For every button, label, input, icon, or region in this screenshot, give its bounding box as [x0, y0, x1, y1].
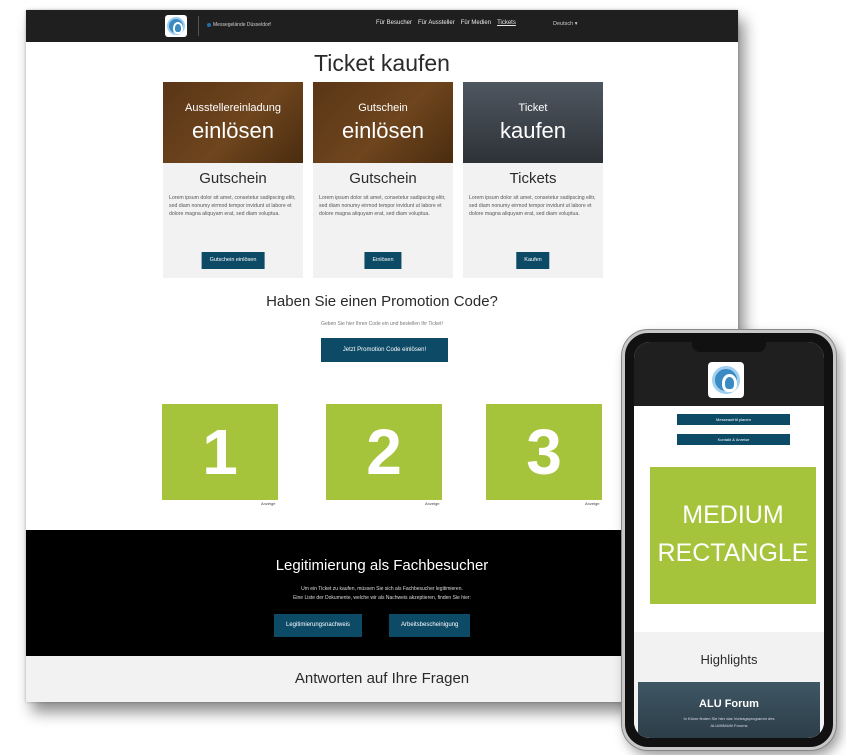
venue-label: Messegelände Düsseldorf — [207, 22, 271, 28]
phone-frame: Messeaufritt planen Kontakt & Anreise ME… — [622, 330, 836, 750]
card-gutschein: Gutschein einlösen Gutschein Lorem ipsum… — [313, 82, 453, 278]
main-nav: Für Besucher Für Aussteller Für Medien T… — [376, 20, 516, 26]
ad-label: Anzeige — [585, 501, 600, 506]
einloesen-button[interactable]: Einlösen — [364, 252, 402, 269]
card-title: Gutschein — [199, 170, 267, 187]
ad-text-line1: MEDIUM — [682, 501, 784, 529]
card-image-title: einlösen — [342, 118, 424, 143]
logo-icon[interactable] — [708, 362, 744, 398]
gutschein-einloesen-button[interactable]: Gutschein einlösen — [201, 252, 265, 269]
arbeitsbescheinigung-button[interactable]: Arbeitsbescheinigung — [389, 614, 471, 637]
ad-banner-3[interactable]: 3 — [486, 404, 602, 500]
forum-text: ALUMINIUM Forums — [710, 723, 748, 728]
card-text: Lorem ipsum dolor sit amet, consetetur s… — [169, 195, 296, 217]
nav-item-besucher[interactable]: Für Besucher — [376, 20, 412, 26]
card-image: Gutschein einlösen — [313, 82, 453, 163]
kaufen-button[interactable]: Kaufen — [516, 252, 550, 269]
top-navigation-bar: Messegelände Düsseldorf Für Besucher Für… — [26, 10, 738, 42]
phone-notch — [692, 342, 766, 352]
card-text: Lorem ipsum dolor sit amet, consetetur s… — [469, 195, 596, 217]
ticket-cards: Ausstellereinladung einlösen Gutschein L… — [163, 82, 603, 278]
ad-text-line2: RECTANGLE — [657, 539, 809, 567]
legitimierungsnachweis-button[interactable]: Legitimierungsnachweis — [274, 614, 363, 637]
card-title: Gutschein — [349, 170, 417, 187]
promo-subtitle: Geben Sie hier Ihren Code ein und bestel… — [321, 321, 443, 327]
card-ausstellereinladung: Ausstellereinladung einlösen Gutschein L… — [163, 82, 303, 278]
ad-label: Anzeige — [425, 501, 440, 506]
promo-code-button[interactable]: Jetzt Promotion Code einlösen! — [321, 338, 448, 362]
card-text: Lorem ipsum dolor sit amet, consetetur s… — [319, 195, 446, 217]
logo-icon[interactable] — [165, 15, 187, 37]
card-image: Ausstellereinladung einlösen — [163, 82, 303, 163]
forum-text: In Kürze finden Sie hier das Vortragspro… — [683, 716, 775, 721]
page-title: Ticket kaufen — [314, 50, 450, 76]
venue-text: Messegelände Düsseldorf — [213, 22, 271, 28]
card-title: Tickets — [509, 170, 557, 187]
ad-banner-1[interactable]: 1 — [162, 404, 278, 500]
card-tickets: Ticket kaufen Tickets Lorem ipsum dolor … — [463, 82, 603, 278]
card-image-subtitle: Ausstellereinladung — [184, 102, 281, 114]
card-image-subtitle: Ticket — [518, 102, 548, 114]
forum-title: ALU Forum — [699, 698, 759, 710]
language-dropdown[interactable]: Deutsch ▾ — [553, 21, 577, 27]
medium-rectangle-ad[interactable]: MEDIUM RECTANGLE — [650, 467, 816, 604]
card-image-title: einlösen — [192, 118, 274, 143]
nav-divider — [198, 16, 199, 36]
alu-forum-card[interactable]: ALU Forum In Kürze finden Sie hier das V… — [638, 682, 820, 738]
ad-label: Anzeige — [261, 501, 276, 506]
nav-item-tickets[interactable]: Tickets — [497, 20, 516, 26]
kontakt-anreise-button[interactable]: Kontakt & Anreise — [677, 434, 790, 445]
messeauftritt-button[interactable]: Messeaufritt planen — [677, 414, 790, 425]
mobile-screen: Messeaufritt planen Kontakt & Anreise ME… — [634, 342, 824, 738]
card-image-title: kaufen — [499, 118, 567, 143]
card-image: Ticket kaufen — [463, 82, 603, 163]
nav-item-medien[interactable]: Für Medien — [461, 20, 491, 26]
card-image-subtitle: Gutschein — [358, 102, 408, 114]
highlights-heading: Highlights — [700, 652, 758, 667]
mockup-stage: Messegelände Düsseldorf Für Besucher Für… — [0, 0, 846, 755]
ad-banner-2[interactable]: 2 — [326, 404, 442, 500]
nav-item-aussteller[interactable]: Für Aussteller — [418, 20, 455, 26]
promo-heading: Haben Sie einen Promotion Code? — [266, 293, 498, 310]
